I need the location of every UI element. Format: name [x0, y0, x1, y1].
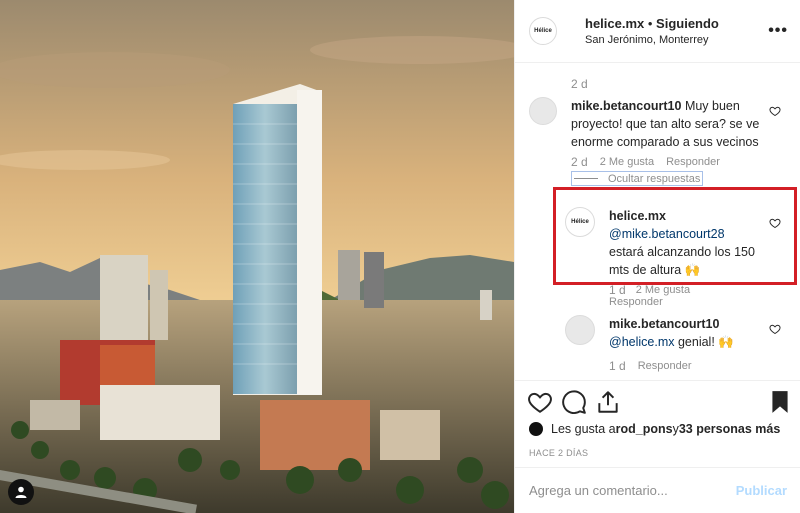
author-username[interactable]: helice.mx — [585, 16, 644, 31]
reply-button[interactable]: Responder — [666, 156, 720, 168]
post-header: Hélice helice.mx • Siguiendo San Jerónim… — [515, 0, 800, 63]
post-photo[interactable] — [0, 0, 514, 513]
liker-avatar[interactable] — [529, 422, 543, 436]
reply-avatar-logo-text: Hélice — [571, 219, 589, 225]
reply-username[interactable]: mike.betancourt10 — [609, 317, 719, 331]
like-heart-icon[interactable] — [527, 389, 553, 415]
author-info: helice.mx • Siguiendo San Jerónimo, Mont… — [585, 16, 719, 46]
replies-divider-line — [574, 178, 598, 179]
reply-author-avatar[interactable] — [565, 315, 595, 345]
reply-button[interactable]: Responder — [609, 296, 663, 308]
post-date[interactable]: HACE 2 DÍAS — [529, 448, 588, 458]
reply-timestamp[interactable]: 1 d — [609, 283, 626, 297]
reply-text: mike.betancourt10 @helice.mx genial! 🙌 — [609, 315, 761, 351]
tagged-users-button[interactable] — [8, 479, 34, 505]
avatar-logo-text: Hélice — [534, 28, 552, 34]
reply-actions: Responder — [609, 296, 663, 308]
reply-meta: 1 d 2 Me gusta — [609, 283, 690, 297]
heart-icon[interactable] — [769, 217, 781, 229]
comment-likes-count[interactable]: 2 Me gusta — [600, 156, 654, 168]
hide-replies-button[interactable]: Ocultar respuestas — [571, 171, 704, 186]
post-side-panel: Hélice helice.mx • Siguiendo San Jerónim… — [514, 0, 800, 513]
comment-timestamp[interactable]: 2 d — [571, 155, 588, 169]
author-avatar[interactable]: Hélice — [529, 17, 557, 45]
earlier-comment-timestamp: 2 d — [571, 77, 588, 91]
reply-meta: 1 d Responder — [609, 359, 692, 373]
heart-icon[interactable] — [769, 105, 781, 117]
more-options-icon[interactable]: ••• — [768, 22, 788, 40]
follow-status-button[interactable]: Siguiendo — [656, 16, 719, 31]
publish-button[interactable]: Publicar — [736, 483, 787, 498]
bookmark-save-icon[interactable] — [767, 389, 793, 415]
reply-username[interactable]: helice.mx — [609, 209, 666, 223]
likes-summary: Les gusta a rod_pons y 33 personas más — [529, 422, 780, 436]
header-separator: • — [644, 16, 657, 31]
reply-text: helice.mx @mike.betancourt28 estará alca… — [609, 207, 761, 279]
comment-meta: 2 d 2 Me gusta Responder — [571, 155, 720, 169]
comment-username[interactable]: mike.betancourt10 — [571, 99, 681, 113]
liker-username[interactable]: rod_pons — [616, 422, 673, 436]
heart-icon[interactable] — [769, 323, 781, 335]
user-icon — [15, 486, 27, 498]
share-upload-icon[interactable] — [595, 389, 621, 415]
commenter-avatar[interactable] — [529, 97, 557, 125]
reply-body: estará alcanzando los 150 mts de altura … — [609, 245, 755, 277]
comment-input[interactable] — [529, 483, 736, 498]
post-location[interactable]: San Jerónimo, Monterrey — [585, 34, 719, 46]
comment-bubble-icon[interactable] — [561, 389, 587, 415]
likes-count-link[interactable]: 33 personas más — [679, 422, 780, 436]
building-rendering-image — [0, 0, 514, 513]
comment-composer: Publicar — [515, 467, 800, 513]
reply-button[interactable]: Responder — [638, 360, 692, 372]
action-bar — [515, 380, 800, 423]
hide-replies-label: Ocultar respuestas — [608, 172, 701, 185]
reply-author-avatar[interactable]: Hélice — [565, 207, 595, 237]
reply-mention[interactable]: @mike.betancourt28 — [609, 227, 725, 241]
reply-likes-count[interactable]: 2 Me gusta — [636, 284, 690, 296]
reply-body: genial! 🙌 — [674, 335, 734, 349]
author-line: helice.mx • Siguiendo — [585, 16, 719, 31]
reply-mention[interactable]: @helice.mx — [609, 335, 675, 349]
instagram-post-view: Hélice helice.mx • Siguiendo San Jerónim… — [0, 0, 800, 513]
reply-timestamp[interactable]: 1 d — [609, 359, 626, 373]
comments-list[interactable]: 2 d mike.betancourt10 Muy buen proyecto!… — [515, 63, 800, 380]
likes-prefix: Les gusta a — [551, 422, 616, 436]
comment-text: mike.betancourt10 Muy buen proyecto! que… — [571, 97, 767, 151]
